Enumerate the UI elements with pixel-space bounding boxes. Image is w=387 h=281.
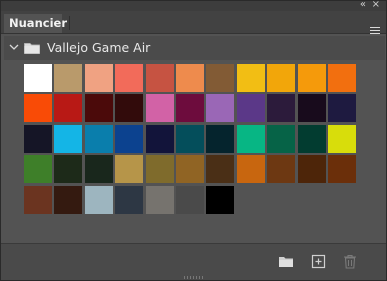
color-swatch[interactable] — [115, 94, 143, 122]
resize-grip[interactable] — [184, 276, 204, 279]
color-swatch[interactable] — [298, 155, 326, 183]
trash-icon[interactable] — [342, 254, 358, 269]
color-swatch[interactable] — [176, 125, 204, 153]
color-swatch[interactable] — [85, 186, 113, 214]
color-swatch[interactable] — [146, 64, 174, 92]
hamburger-menu-icon[interactable] — [370, 27, 380, 36]
swatch-group-header[interactable]: Vallejo Game Air — [4, 36, 385, 60]
color-swatch[interactable] — [54, 94, 82, 122]
new-folder-icon[interactable] — [278, 254, 294, 269]
color-swatch[interactable] — [237, 94, 265, 122]
color-swatch[interactable] — [298, 64, 326, 92]
color-swatch[interactable] — [176, 94, 204, 122]
color-swatch[interactable] — [54, 125, 82, 153]
color-swatch[interactable] — [176, 64, 204, 92]
color-swatch[interactable] — [176, 186, 204, 214]
color-swatch[interactable] — [24, 64, 52, 92]
color-swatch[interactable] — [176, 155, 204, 183]
color-swatch[interactable] — [267, 155, 295, 183]
color-swatch[interactable] — [206, 155, 234, 183]
color-swatch[interactable] — [24, 94, 52, 122]
color-swatch[interactable] — [237, 64, 265, 92]
color-swatch[interactable] — [206, 94, 234, 122]
color-swatch[interactable] — [115, 186, 143, 214]
folder-icon — [24, 43, 40, 54]
color-swatch[interactable] — [85, 125, 113, 153]
color-swatch[interactable] — [206, 64, 234, 92]
double-chevron-left-icon[interactable]: « — [360, 0, 366, 11]
swatch-group-name: Vallejo Game Air — [47, 40, 151, 55]
chevron-down-icon[interactable] — [9, 42, 19, 52]
add-swatch-icon[interactable] — [311, 254, 327, 269]
color-swatch[interactable] — [115, 155, 143, 183]
color-swatch[interactable] — [206, 186, 234, 214]
color-swatch[interactable] — [267, 125, 295, 153]
color-swatch[interactable] — [115, 64, 143, 92]
color-swatch[interactable] — [267, 94, 295, 122]
color-swatch[interactable] — [85, 94, 113, 122]
color-swatch[interactable] — [237, 155, 265, 183]
color-swatch[interactable] — [85, 155, 113, 183]
color-swatch[interactable] — [298, 125, 326, 153]
panel-tab-row: Nuancier — [1, 11, 386, 34]
color-swatch[interactable] — [237, 125, 265, 153]
color-swatch[interactable] — [146, 94, 174, 122]
color-swatch[interactable] — [54, 186, 82, 214]
color-swatch[interactable] — [328, 155, 356, 183]
color-swatch[interactable] — [328, 94, 356, 122]
color-swatch[interactable] — [115, 125, 143, 153]
color-swatch[interactable] — [206, 125, 234, 153]
tab-swatches[interactable]: Nuancier — [4, 14, 67, 33]
swatches-panel: « × Nuancier Vallejo Game Air — [0, 0, 387, 281]
color-swatch[interactable] — [54, 155, 82, 183]
color-swatch[interactable] — [24, 125, 52, 153]
color-swatch[interactable] — [146, 125, 174, 153]
color-swatch[interactable] — [146, 186, 174, 214]
close-icon[interactable]: × — [372, 0, 380, 11]
panel-top-bar: « × — [1, 0, 386, 11]
color-swatch[interactable] — [146, 155, 174, 183]
color-swatch[interactable] — [328, 64, 356, 92]
tab-divider — [69, 16, 70, 30]
color-swatch[interactable] — [54, 64, 82, 92]
color-swatch[interactable] — [24, 155, 52, 183]
color-swatch[interactable] — [24, 186, 52, 214]
panel-footer — [1, 243, 386, 280]
color-swatch[interactable] — [328, 125, 356, 153]
color-swatch[interactable] — [85, 64, 113, 92]
color-swatch[interactable] — [267, 64, 295, 92]
color-swatch[interactable] — [298, 94, 326, 122]
